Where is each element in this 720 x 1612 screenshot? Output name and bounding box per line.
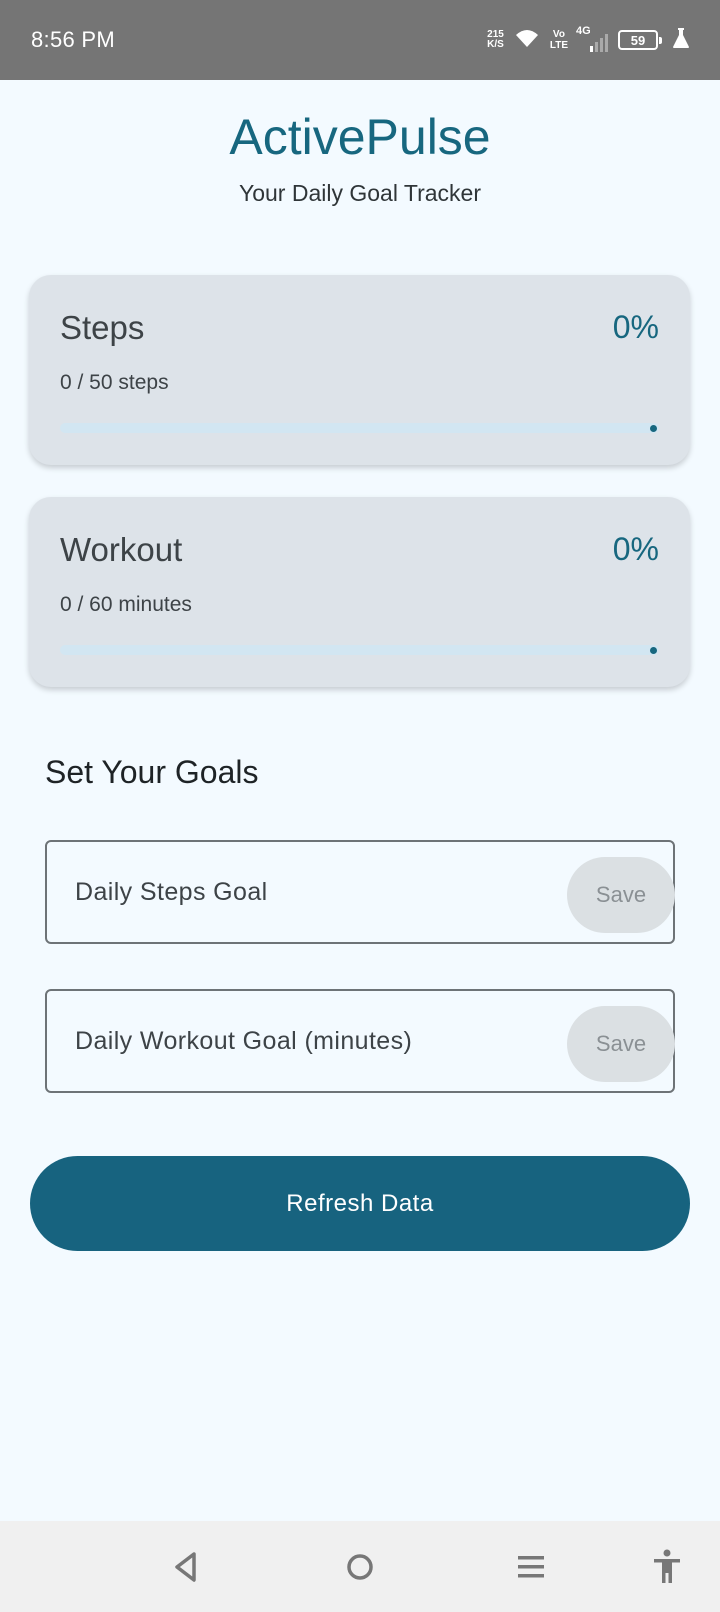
network-type: 4G <box>576 25 591 37</box>
steps-goal-field: Save <box>45 840 675 944</box>
workout-card-title: Workout <box>60 531 183 568</box>
status-time: 8:56 PM <box>31 27 116 52</box>
save-steps-goal-button[interactable]: Save <box>567 857 675 933</box>
steps-detail: 0 / 50 steps <box>60 371 169 394</box>
network-speed-unit: K/S <box>487 39 504 50</box>
steps-card: Steps 0% 0 / 50 steps <box>29 275 690 465</box>
save-workout-goal-button[interactable]: Save <box>567 1006 675 1082</box>
system-nav-bar <box>0 1521 720 1612</box>
back-icon[interactable] <box>162 1543 210 1591</box>
battery-level: 59 <box>630 32 646 48</box>
app-title: ActivePulse <box>229 109 491 165</box>
set-goals-heading: Set Your Goals <box>45 754 259 790</box>
status-icons: 215 K/S Vo LTE 4G 59 <box>487 25 690 55</box>
app-subtitle: Your Daily Goal Tracker <box>238 180 482 206</box>
steps-card-title: Steps <box>60 309 145 346</box>
wifi-icon <box>514 27 540 54</box>
workout-detail: 0 / 60 minutes <box>60 593 192 616</box>
workout-goal-input[interactable] <box>75 991 515 1091</box>
status-bar: 8:56 PM 215 K/S Vo LTE 4G 59 <box>0 0 720 80</box>
workout-progress-end-dot <box>650 647 657 654</box>
workout-progress-bar <box>60 645 659 655</box>
volte-bottom-label: LTE <box>549 40 568 51</box>
refresh-data-button[interactable]: Refresh Data <box>30 1156 690 1251</box>
recents-icon[interactable] <box>507 1543 555 1591</box>
home-icon[interactable] <box>336 1543 384 1591</box>
signal-icon: 4G <box>576 25 608 52</box>
volte-top-label: Vo <box>552 29 565 40</box>
accessibility-icon[interactable] <box>643 1543 691 1591</box>
battery-icon: 59 <box>618 30 662 50</box>
steps-goal-input[interactable] <box>75 842 515 942</box>
workout-percent: 0% <box>612 531 659 567</box>
beaker-icon <box>672 27 690 54</box>
steps-progress-end-dot <box>650 425 657 432</box>
volte-indicator: Vo LTE <box>550 29 568 51</box>
workout-card: Workout 0% 0 / 60 minutes <box>29 497 690 687</box>
network-speed: 215 K/S <box>487 30 504 50</box>
workout-goal-field: Save <box>45 989 675 1093</box>
steps-progress-bar <box>60 423 659 433</box>
steps-percent: 0% <box>612 309 659 345</box>
